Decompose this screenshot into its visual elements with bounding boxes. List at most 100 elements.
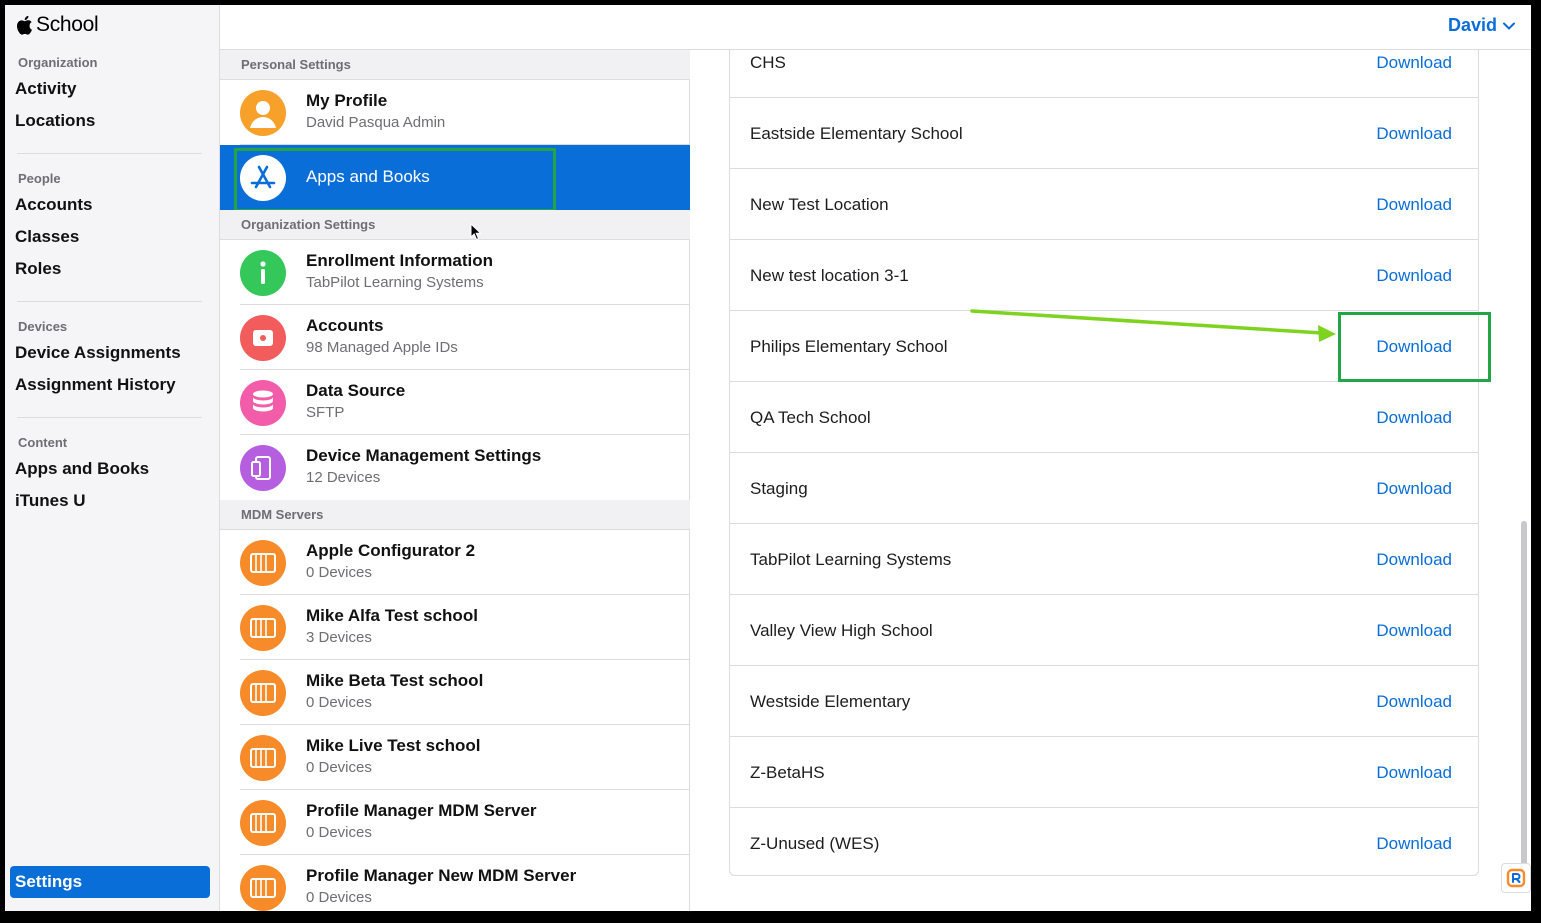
apple-logo-icon — [17, 15, 32, 35]
download-link[interactable]: Download — [1376, 453, 1452, 524]
download-link[interactable]: Download — [1376, 311, 1452, 382]
list-item: Valley View High School Download — [730, 595, 1478, 666]
row-title: My Profile — [306, 91, 388, 110]
location-name: TabPilot Learning Systems — [750, 550, 952, 569]
download-link[interactable]: Download — [1376, 98, 1452, 169]
info-icon — [240, 250, 286, 296]
list-item: Westside Elementary Download — [730, 666, 1478, 737]
download-link[interactable]: Download — [1376, 737, 1452, 808]
user-menu[interactable]: David — [1448, 15, 1515, 36]
divider — [17, 417, 202, 418]
profile-icon — [240, 90, 286, 136]
mdm-server-row[interactable]: Mike Alfa Test school 3 Devices — [220, 595, 690, 660]
list-item: Z-BetaHS Download — [730, 737, 1478, 808]
locations-panel: David CHS Download Eastside Elementary S… — [690, 5, 1531, 911]
section-heading-mdm: MDM Servers — [220, 500, 690, 530]
nav-group-devices: Devices Device Assignments Assignment Hi… — [5, 317, 220, 401]
sidebar-item-roles[interactable]: Roles — [5, 253, 220, 285]
helper-widget-icon[interactable] — [1501, 863, 1531, 893]
mdm-server-row[interactable]: Profile Manager New MDM Server 0 Devices — [220, 855, 690, 911]
download-link[interactable]: Download — [1376, 240, 1452, 311]
nav-group-content: Content Apps and Books iTunes U — [5, 433, 220, 517]
server-icon — [240, 735, 286, 781]
settings-row-device-management-settings[interactable]: Device Management Settings 12 Devices — [220, 435, 690, 500]
brand: School — [15, 11, 99, 39]
row-subtitle: 0 Devices — [306, 564, 372, 581]
accounts-icon — [240, 315, 286, 361]
download-link[interactable]: Download — [1376, 382, 1452, 453]
download-link[interactable]: Download — [1376, 169, 1452, 240]
section-heading-personal: Personal Settings — [220, 50, 690, 80]
nav-heading: Content — [18, 435, 68, 450]
download-link[interactable]: Download — [1376, 808, 1452, 875]
row-subtitle: 0 Devices — [306, 889, 372, 906]
panel-header — [220, 5, 690, 50]
divider — [17, 301, 202, 302]
location-name: Eastside Elementary School — [750, 124, 963, 143]
mdm-server-row[interactable]: Apple Configurator 2 0 Devices — [220, 530, 690, 595]
row-title: Profile Manager New MDM Server — [306, 866, 577, 885]
row-subtitle: TabPilot Learning Systems — [306, 274, 484, 291]
sidebar-item-settings[interactable]: Settings — [10, 866, 210, 898]
settings-panel: Personal Settings My Profile David Pasqu… — [220, 5, 690, 911]
row-subtitle: 3 Devices — [306, 629, 372, 646]
settings-row-enrollment-information[interactable]: Enrollment Information TabPilot Learning… — [220, 240, 690, 305]
top-bar: David — [690, 5, 1531, 50]
sidebar-item-locations[interactable]: Locations — [5, 105, 220, 137]
locations-list: CHS Download Eastside Elementary School … — [729, 21, 1479, 876]
divider — [17, 153, 202, 154]
row-subtitle: 98 Managed Apple IDs — [306, 339, 458, 356]
list-item: QA Tech School Download — [730, 382, 1478, 453]
row-title: Device Management Settings — [306, 446, 542, 465]
mdm-server-row[interactable]: Mike Live Test school 0 Devices — [220, 725, 690, 790]
row-subtitle: 0 Devices — [306, 759, 372, 776]
row-title: Accounts — [306, 316, 384, 335]
brand-name: School — [36, 13, 99, 36]
sidebar-item-accounts[interactable]: Accounts — [5, 189, 220, 221]
settings-row-accounts[interactable]: Accounts 98 Managed Apple IDs — [220, 305, 690, 370]
sidebar-item-activity[interactable]: Activity — [5, 73, 220, 105]
mdm-server-row[interactable]: Mike Beta Test school 0 Devices — [220, 660, 690, 725]
nav-heading: Devices — [18, 319, 68, 334]
row-title: Apps and Books — [306, 167, 430, 186]
location-name: New Test Location — [750, 195, 889, 214]
list-item: Philips Elementary School Download — [730, 311, 1478, 382]
row-subtitle: 0 Devices — [306, 694, 372, 711]
list-item: Staging Download — [730, 453, 1478, 524]
mdm-server-row[interactable]: Profile Manager MDM Server 0 Devices — [220, 790, 690, 855]
sidebar-item-device-assignments[interactable]: Device Assignments — [5, 337, 220, 369]
server-icon — [240, 865, 286, 911]
row-title: Data Source — [306, 381, 406, 400]
sidebar: School Organization Activity Locations P… — [5, 5, 220, 911]
list-item: Eastside Elementary School Download — [730, 98, 1478, 169]
sidebar-item-classes[interactable]: Classes — [5, 221, 220, 253]
row-title: Mike Alfa Test school — [306, 606, 478, 625]
sidebar-item-itunes-u[interactable]: iTunes U — [5, 485, 220, 517]
sidebar-item-apps-and-books[interactable]: Apps and Books — [5, 453, 220, 485]
scrollbar[interactable] — [1521, 521, 1527, 881]
location-name: QA Tech School — [750, 408, 871, 427]
row-subtitle: David Pasqua Admin — [306, 114, 446, 131]
download-link[interactable]: Download — [1376, 595, 1452, 666]
list-item: TabPilot Learning Systems Download — [730, 524, 1478, 595]
location-name: Valley View High School — [750, 621, 933, 640]
section-heading-organization: Organization Settings — [220, 210, 690, 240]
location-name: Philips Elementary School — [750, 337, 948, 356]
settings-row-data-source[interactable]: Data Source SFTP — [220, 370, 690, 435]
settings-row-apps-and-books[interactable]: Apps and Books — [220, 145, 690, 212]
user-name: David — [1447, 15, 1497, 35]
devices-icon — [240, 445, 286, 491]
row-title: Mike Beta Test school — [306, 671, 484, 690]
nav-heading: People — [18, 171, 61, 186]
location-name: Westside Elementary — [750, 692, 911, 711]
row-title: Profile Manager MDM Server — [306, 801, 537, 820]
download-link[interactable]: Download — [1376, 666, 1452, 737]
settings-row-my-profile[interactable]: My Profile David Pasqua Admin — [220, 80, 690, 145]
list-item: Z-Unused (WES) Download — [730, 808, 1478, 875]
download-link[interactable]: Download — [1376, 524, 1452, 595]
sidebar-item-assignment-history[interactable]: Assignment History — [5, 369, 220, 401]
nav-heading: Organization — [18, 55, 98, 70]
app-window: School Organization Activity Locations P… — [5, 5, 1531, 911]
nav-group-organization: Organization Activity Locations — [5, 53, 220, 137]
row-title: Enrollment Information — [306, 251, 493, 270]
